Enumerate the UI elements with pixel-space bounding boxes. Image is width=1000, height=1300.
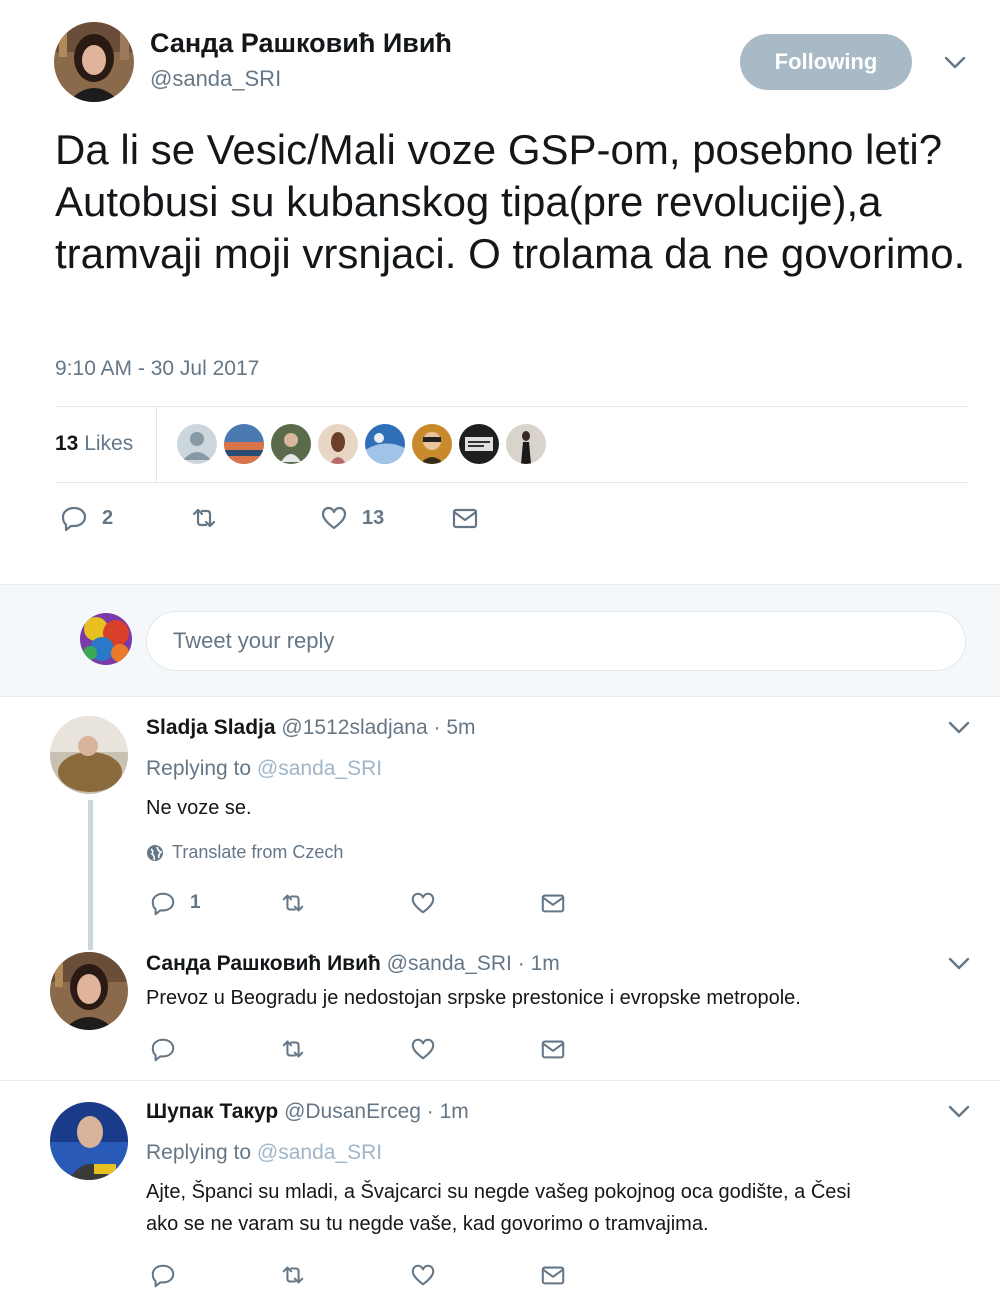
thread-line	[88, 800, 93, 950]
liker-avatar[interactable]	[506, 424, 546, 464]
reply-author-avatar[interactable]	[50, 716, 128, 794]
author-avatar[interactable]	[54, 22, 134, 102]
retweet-button[interactable]	[280, 1262, 306, 1288]
reply-time[interactable]: · 5m	[434, 716, 476, 739]
likes-summary[interactable]: 13 Likes	[55, 432, 133, 456]
divider	[55, 406, 967, 407]
divider	[55, 482, 967, 483]
author-name[interactable]: Санда Рашковић Ивић	[150, 28, 452, 59]
chevron-down-icon[interactable]	[948, 721, 970, 735]
envelope-icon	[540, 1262, 566, 1288]
retweet-button[interactable]	[280, 1036, 306, 1062]
reply-text: Ajte, Španci su mladi, a Švajcarci su ne…	[146, 1176, 986, 1240]
retweet-icon	[190, 504, 218, 532]
replying-to-label: Replying to	[146, 757, 252, 780]
retweet-icon	[280, 1036, 306, 1062]
likes-word: Likes	[84, 432, 134, 455]
liker-avatar[interactable]	[318, 424, 358, 464]
reply-time[interactable]: · 1m	[518, 952, 560, 975]
envelope-icon	[451, 504, 479, 532]
replying-to: Replying to @sanda_SRI	[146, 757, 382, 781]
following-button[interactable]: Following	[740, 34, 912, 90]
translate-label: Translate from Czech	[172, 842, 344, 862]
reply-author-name: Шупак Такур	[146, 1100, 279, 1123]
reply-count: 1	[190, 892, 201, 913]
replying-to-handle[interactable]: @sanda_SRI	[257, 1141, 382, 1164]
liker-avatar[interactable]	[365, 424, 405, 464]
replying-to-handle[interactable]: @sanda_SRI	[257, 757, 382, 780]
replying-to: Replying to @sanda_SRI	[146, 1141, 382, 1165]
reply-text-line: Ajte, Španci su mladi, a Švajcarci su ne…	[146, 1181, 851, 1203]
retweet-icon	[280, 890, 306, 916]
like-button[interactable]	[410, 890, 436, 916]
reply-author-name: Санда Рашковић Ивић	[146, 952, 381, 975]
replying-to-label: Replying to	[146, 1141, 252, 1164]
liker-avatar[interactable]	[271, 424, 311, 464]
heart-icon	[410, 1036, 436, 1062]
heart-icon	[410, 890, 436, 916]
liker-avatar[interactable]	[224, 424, 264, 464]
like-button[interactable]	[410, 1036, 436, 1062]
reply-text-line: ako se ne varam su tu negde vaše, kad go…	[146, 1213, 709, 1235]
reply-author-handle: @sanda_SRI	[386, 952, 512, 975]
reply-author[interactable]: Шупак Такур @DusanErceg · 1m	[146, 1100, 469, 1124]
message-button[interactable]	[540, 1262, 566, 1288]
reply-button[interactable]	[150, 1036, 176, 1062]
heart-icon	[320, 504, 348, 532]
reply-icon	[150, 1036, 176, 1062]
current-user-avatar[interactable]	[80, 613, 132, 665]
reply-icon	[60, 504, 88, 532]
reply-button[interactable]	[150, 1262, 176, 1288]
envelope-icon	[540, 1036, 566, 1062]
chevron-down-icon[interactable]	[948, 1105, 970, 1119]
chevron-down-icon[interactable]	[948, 957, 970, 971]
reply-text: Ne voze se.	[146, 797, 252, 819]
reply-icon	[150, 1262, 176, 1288]
reply-author-handle: @DusanErceg	[284, 1100, 421, 1123]
envelope-icon	[540, 890, 566, 916]
globe-icon	[146, 844, 164, 862]
message-button[interactable]	[540, 1036, 566, 1062]
reply-button[interactable]: 1	[150, 890, 201, 916]
like-count: 13	[362, 506, 385, 529]
reply-count: 2	[102, 506, 114, 529]
author-handle[interactable]: @sanda_SRI	[150, 66, 281, 92]
reply-author-avatar[interactable]	[50, 1102, 128, 1180]
retweet-icon	[280, 1262, 306, 1288]
reply-author-handle: @1512sladjana	[281, 716, 428, 739]
reply-author-name: Sladja Sladja	[146, 716, 276, 739]
reply-composer	[0, 584, 1000, 697]
heart-icon	[410, 1262, 436, 1288]
reply-time[interactable]: · 1m	[427, 1100, 469, 1123]
likes-number: 13	[55, 432, 79, 455]
like-button[interactable]: 13	[320, 504, 384, 532]
reply-author-avatar[interactable]	[50, 952, 128, 1030]
like-button[interactable]	[410, 1262, 436, 1288]
reply-icon	[150, 890, 176, 916]
liker-avatar[interactable]	[177, 424, 217, 464]
message-button[interactable]	[540, 890, 566, 916]
translate-link[interactable]: Translate from Czech	[146, 842, 343, 863]
liker-avatar[interactable]	[412, 424, 452, 464]
divider-vertical	[156, 407, 157, 483]
tweet-text: Da li se Vesic/Mali voze GSP-om, posebno…	[55, 126, 966, 277]
reply-author[interactable]: Санда Рашковић Ивић @sanda_SRI · 1m	[146, 952, 560, 976]
tweet-timestamp[interactable]: 9:10 AM - 30 Jul 2017	[55, 357, 259, 381]
reply-button[interactable]: 2	[60, 504, 113, 532]
chevron-down-icon[interactable]	[944, 56, 966, 70]
retweet-button[interactable]	[190, 504, 218, 532]
reply-text: Prevoz u Beogradu je nedostojan srpske p…	[146, 987, 801, 1009]
reply-input[interactable]	[146, 611, 966, 671]
divider	[0, 1080, 1000, 1081]
reply-author[interactable]: Sladja Sladja @1512sladjana · 5m	[146, 716, 476, 740]
message-button[interactable]	[451, 504, 479, 532]
liker-avatar[interactable]	[459, 424, 499, 464]
retweet-button[interactable]	[280, 890, 306, 916]
